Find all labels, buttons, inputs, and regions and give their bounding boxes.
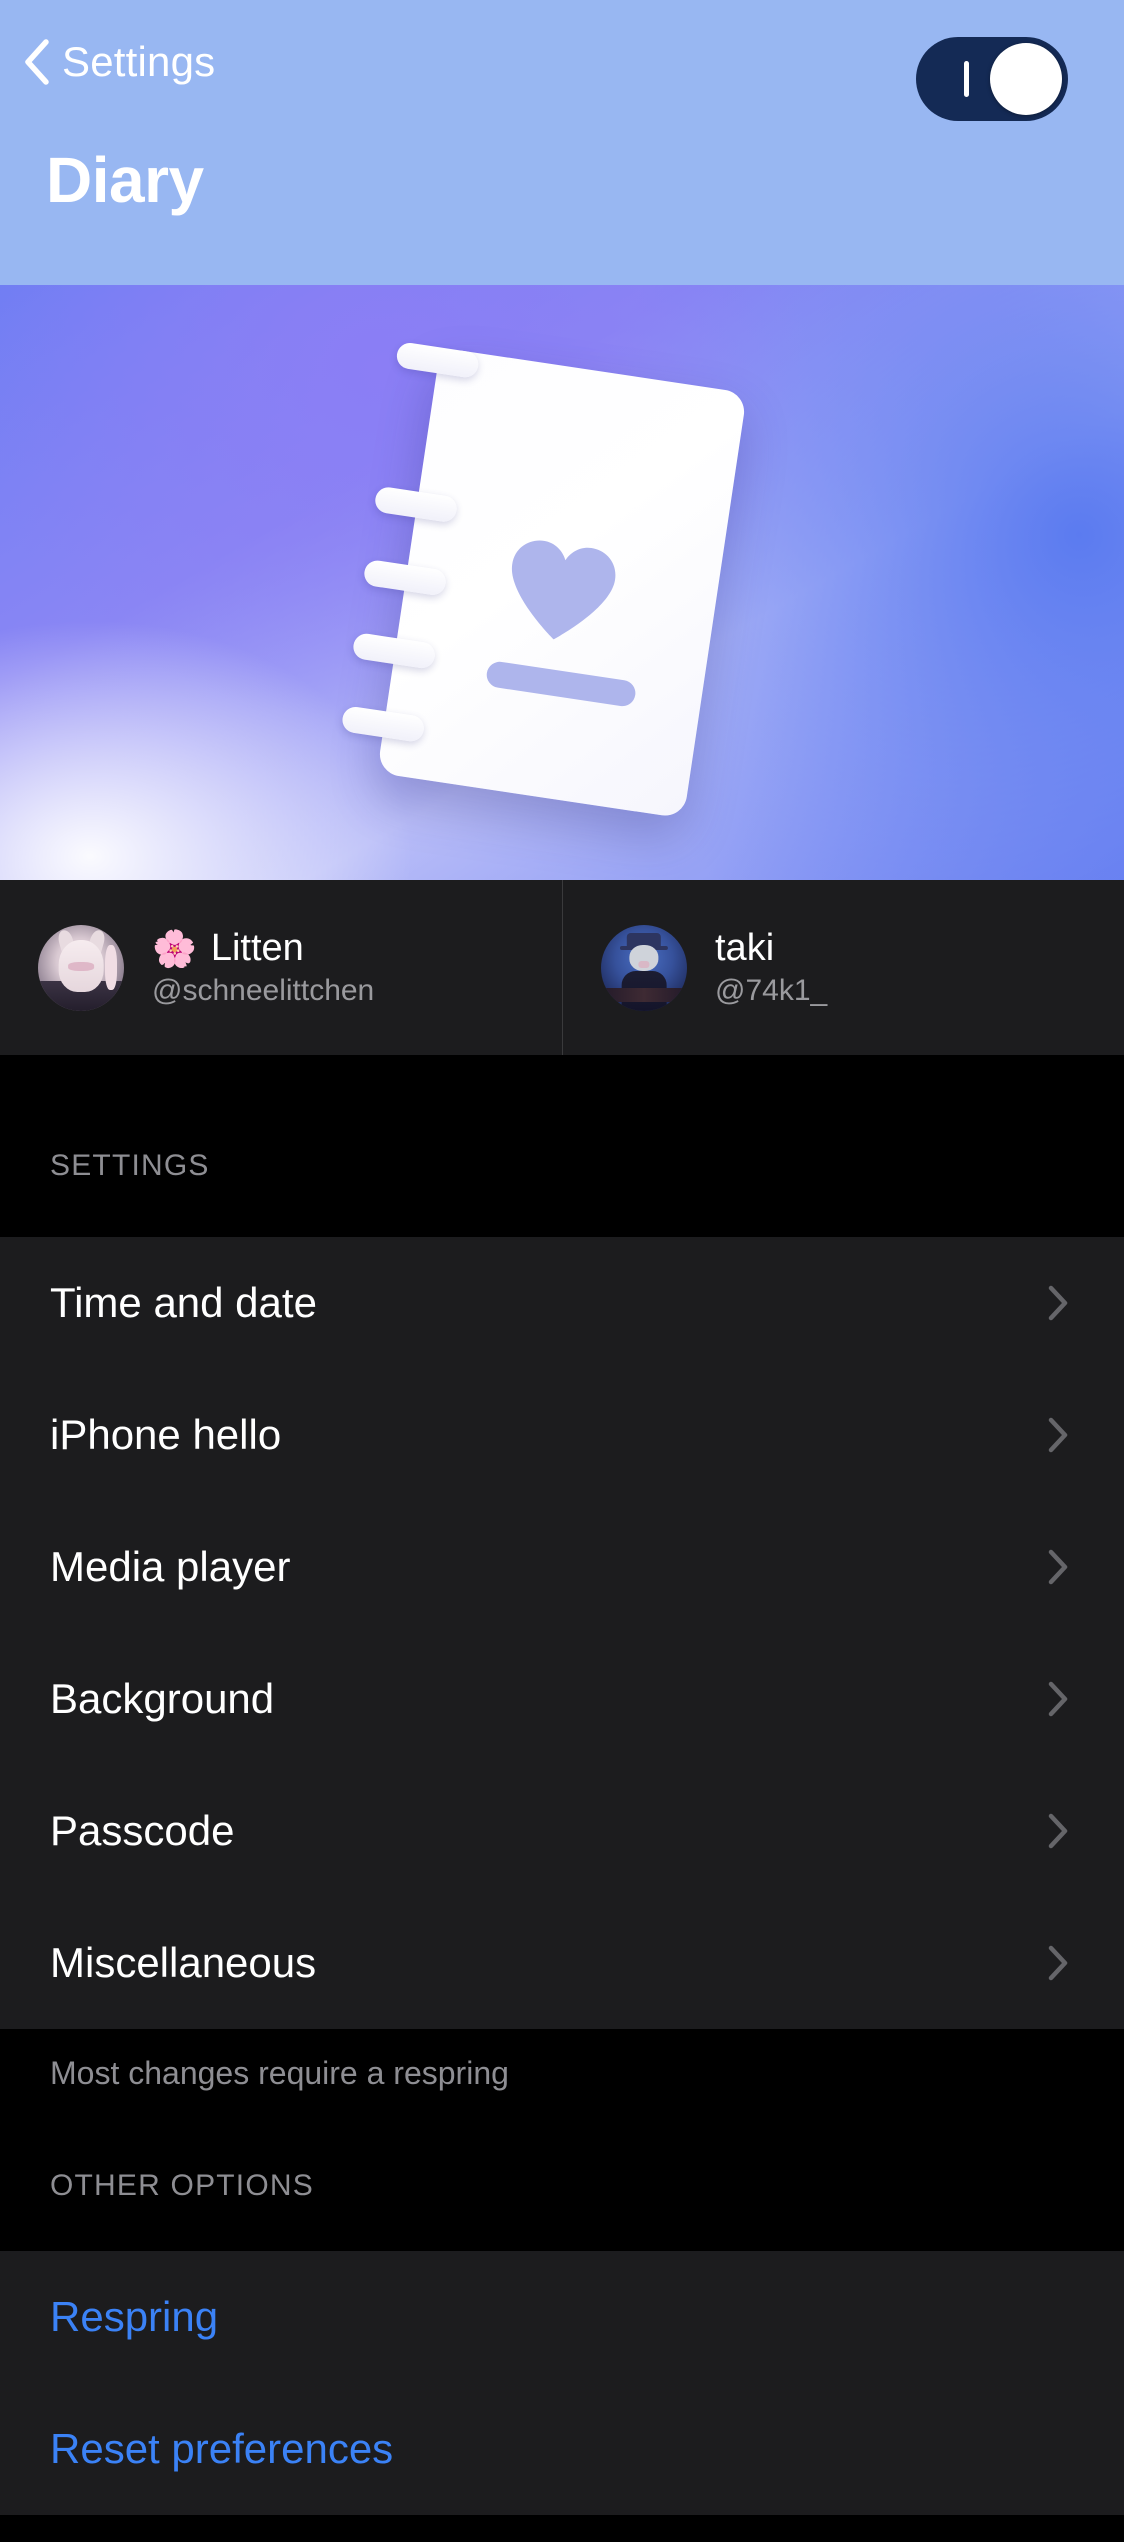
chevron-right-icon	[1047, 1548, 1069, 1586]
page-title: Diary	[46, 144, 204, 216]
section-gap	[0, 2203, 1124, 2251]
credit-name-text: Litten	[210, 926, 304, 969]
sidebar-item-background[interactable]: Background	[0, 1633, 1124, 1765]
row-label: iPhone hello	[50, 1411, 282, 1458]
row-label: Media player	[50, 1543, 291, 1590]
chevron-right-icon	[1047, 1416, 1069, 1454]
credit-name: 🌸 Litten	[152, 926, 374, 969]
diary-notebook-icon	[340, 340, 748, 819]
banner-artwork	[0, 285, 1124, 880]
back-button-label: Settings	[62, 38, 216, 85]
reset-preferences-button[interactable]: Reset preferences	[0, 2383, 1124, 2515]
litten-avatar	[38, 924, 124, 1011]
section-header-settings: SETTINGS	[0, 1123, 1124, 1183]
toggle-on-mark	[964, 61, 969, 97]
section-gap	[0, 2117, 1124, 2147]
section-header-other-options: OTHER OPTIONS	[0, 2147, 1124, 2203]
credit-name-text: taki	[715, 926, 775, 969]
chevron-right-icon	[1047, 1812, 1069, 1850]
sidebar-item-iphone-hello[interactable]: iPhone hello	[0, 1369, 1124, 1501]
credits-row: 🌸 Litten @schneelittchen taki @74k1_	[0, 880, 1124, 1055]
section-gap	[0, 1055, 1124, 1123]
row-label: Time and date	[50, 1279, 317, 1326]
chevron-left-icon	[22, 38, 50, 86]
taki-avatar	[601, 924, 687, 1011]
credit-card-litten[interactable]: 🌸 Litten @schneelittchen	[0, 880, 562, 1055]
credit-name: taki	[715, 926, 827, 969]
row-label: Passcode	[50, 1807, 235, 1854]
sidebar-item-passcode[interactable]: Passcode	[0, 1765, 1124, 1897]
sidebar-item-miscellaneous[interactable]: Miscellaneous	[0, 1897, 1124, 2029]
toggle-knob	[990, 43, 1062, 115]
chevron-right-icon	[1047, 1284, 1069, 1322]
other-options-list: Respring Reset preferences	[0, 2251, 1124, 2515]
row-label: Respring	[50, 2293, 219, 2340]
respring-button[interactable]: Respring	[0, 2251, 1124, 2383]
notebook-ring	[395, 340, 481, 379]
chevron-right-icon	[1047, 1680, 1069, 1718]
credit-card-taki[interactable]: taki @74k1_	[562, 880, 1124, 1055]
cherry-blossom-icon: 🌸	[152, 927, 197, 969]
settings-list: Time and date iPhone hello Media player …	[0, 1237, 1124, 2029]
sidebar-item-media-player[interactable]: Media player	[0, 1501, 1124, 1633]
section-gap	[0, 1183, 1124, 1237]
back-button[interactable]: Settings	[22, 38, 215, 86]
chevron-right-icon	[1047, 1944, 1069, 1982]
row-label: Reset preferences	[50, 2425, 394, 2472]
sidebar-item-time-and-date[interactable]: Time and date	[0, 1237, 1124, 1369]
row-label: Miscellaneous	[50, 1939, 317, 1986]
credit-handle: @schneelittchen	[152, 973, 375, 1007]
enable-tweak-toggle[interactable]	[916, 37, 1068, 121]
heart-icon	[496, 531, 626, 651]
section-footer-settings: Most changes require a respring	[0, 2029, 1124, 2117]
nav-header: Settings Diary	[0, 0, 1124, 285]
row-label: Background	[50, 1675, 275, 1722]
credit-handle: @74k1_	[715, 973, 828, 1007]
